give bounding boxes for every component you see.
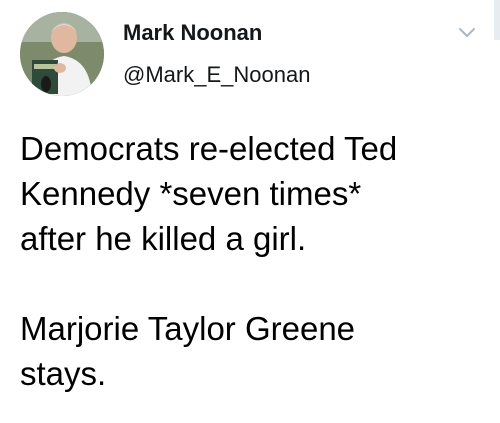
tweet-text: Democrats re-elected Ted Kennedy *seven … xyxy=(20,126,490,396)
chevron-down-icon xyxy=(459,28,475,37)
tweet-card: Mark Noonan @Mark_E_Noonan Democrats re-… xyxy=(0,0,500,423)
tweet-text-line: Marjorie Taylor Greene xyxy=(20,310,356,347)
tweet-text-line: stays. xyxy=(20,355,107,392)
author-handle[interactable]: @Mark_E_Noonan xyxy=(123,62,310,88)
tweet-text-line: Kennedy *seven times* xyxy=(20,175,362,212)
author-display-name[interactable]: Mark Noonan xyxy=(123,20,262,46)
tweet-text-line: Democrats re-elected Ted xyxy=(20,130,398,167)
user-avatar-photo xyxy=(20,12,104,96)
tweet-text-line: after he killed a girl. xyxy=(20,220,307,257)
scrollbar-track xyxy=(494,0,500,40)
author-avatar[interactable] xyxy=(20,12,104,96)
tweet-menu-button[interactable] xyxy=(457,24,477,40)
